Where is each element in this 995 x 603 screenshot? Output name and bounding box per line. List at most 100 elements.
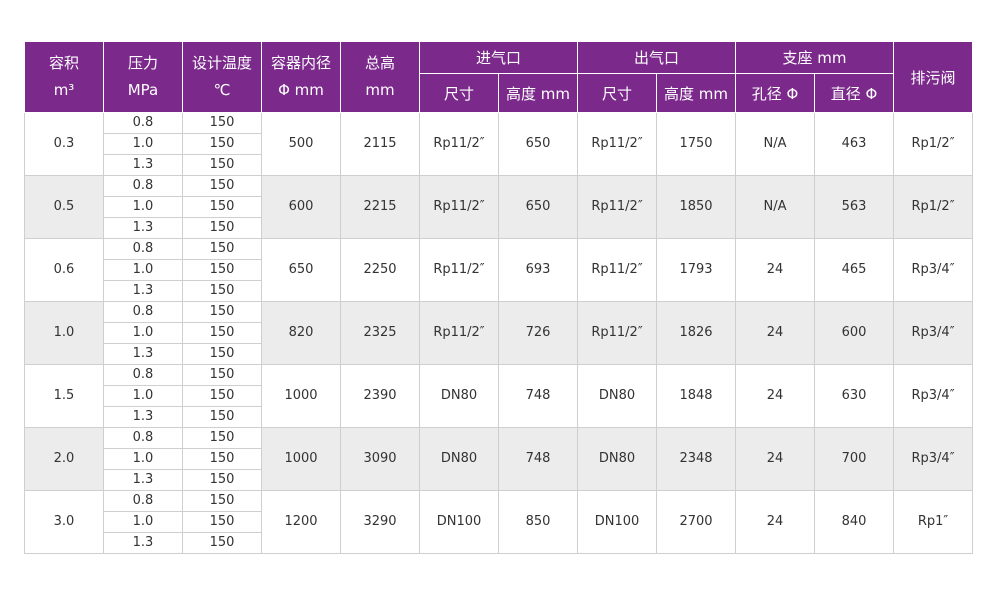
- header-inlet-height: 高度 mm: [497, 73, 579, 113]
- cell-inlet-size: Rp11/2″: [419, 238, 499, 302]
- cell-pressure: 1.3: [103, 217, 183, 239]
- cell-pressure: 1.3: [103, 469, 183, 491]
- header-design-temp: 设计温度 ℃: [182, 41, 262, 113]
- header-support-diameter: 直径 Φ: [814, 73, 895, 113]
- header-volume: 容积 m³: [24, 41, 104, 113]
- header-support-hole: 孔径 Φ: [735, 73, 816, 113]
- cell-temperature: 150: [182, 217, 262, 239]
- cell-inlet-height: 748: [497, 427, 579, 491]
- cell-inlet-size: Rp11/2″: [419, 301, 499, 365]
- cell-inlet-size: DN80: [419, 427, 499, 491]
- cell-inner-diameter: 1000: [261, 364, 341, 428]
- cell-support-diameter: 463: [814, 112, 895, 176]
- cell-pressure: 1.3: [103, 532, 183, 554]
- cell-temperature: 150: [182, 406, 262, 428]
- cell-inner-diameter: 600: [261, 175, 341, 239]
- cell-pressure: 1.3: [103, 406, 183, 428]
- table-row: 2.0 0.8 150 1000 3090 DN80 748 DN80 2348 24 700 Rp3…: [24, 427, 974, 491]
- header-inlet: 进气口: [418, 41, 579, 74]
- cell-outlet-height: 1848: [656, 364, 737, 428]
- cell-pressure: 1.0: [103, 448, 183, 470]
- header-temp-line2: ℃: [213, 81, 231, 99]
- cell-outlet-size: Rp11/2″: [577, 238, 658, 302]
- cell-pressure: 1.3: [103, 280, 183, 302]
- cell-outlet-size: Rp11/2″: [577, 301, 658, 365]
- cell-volume: 0.3: [24, 112, 104, 176]
- cell-pressure: 1.0: [103, 196, 183, 218]
- cell-outlet-height: 1826: [656, 301, 737, 365]
- cell-temperature: 150: [182, 364, 262, 386]
- cell-outlet-size: Rp11/2″: [577, 175, 658, 239]
- cell-outlet-height: 2348: [656, 427, 737, 491]
- cell-pressure: 0.8: [103, 490, 183, 512]
- cell-inlet-size: DN100: [419, 490, 499, 554]
- cell-support-hole: N/A: [735, 112, 816, 176]
- cell-temperature: 150: [182, 238, 262, 260]
- table-row: 0.6 0.8 150 650 2250 Rp11/2″ 693 Rp11/2″ 1793 24 4…: [24, 238, 974, 302]
- cell-support-hole: N/A: [735, 175, 816, 239]
- cell-volume: 2.0: [24, 427, 104, 491]
- header-inner-diameter: 容器内径 Φ mm: [261, 41, 341, 113]
- header-volume-line1: 容积: [48, 54, 79, 72]
- cell-drain-valve: Rp1/2″: [893, 175, 974, 239]
- cell-temperature: 150: [182, 322, 262, 344]
- cell-volume: 1.5: [24, 364, 104, 428]
- header-drain-valve: 排污阀: [893, 41, 974, 113]
- cell-inlet-height: 693: [497, 238, 579, 302]
- cell-pressure: 0.8: [103, 175, 183, 197]
- cell-support-diameter: 630: [814, 364, 895, 428]
- cell-support-hole: 24: [735, 301, 816, 365]
- cell-temperature: 150: [182, 511, 262, 533]
- cell-temperature: 150: [182, 469, 262, 491]
- cell-total-height: 2215: [340, 175, 420, 239]
- header-support: 支座 mm: [735, 41, 895, 74]
- header-pressure-line1: 压力: [127, 54, 158, 72]
- cell-outlet-height: 1750: [656, 112, 737, 176]
- cell-total-height: 3290: [340, 490, 420, 554]
- cell-inlet-size: Rp11/2″: [419, 175, 499, 239]
- cell-support-diameter: 563: [814, 175, 895, 239]
- cell-support-hole: 24: [735, 427, 816, 491]
- cell-pressure: 0.8: [103, 364, 183, 386]
- header-diameter-line2: Φ mm: [278, 81, 324, 99]
- cell-outlet-height: 1850: [656, 175, 737, 239]
- cell-drain-valve: Rp1″: [893, 490, 974, 554]
- cell-temperature: 150: [182, 448, 262, 470]
- cell-temperature: 150: [182, 280, 262, 302]
- cell-volume: 0.5: [24, 175, 104, 239]
- cell-drain-valve: Rp3/4″: [893, 301, 974, 365]
- cell-temperature: 150: [182, 196, 262, 218]
- cell-inlet-size: Rp11/2″: [419, 112, 499, 176]
- header-diameter-line1: 容器内径: [270, 54, 331, 72]
- cell-inner-diameter: 500: [261, 112, 341, 176]
- cell-volume: 3.0: [24, 490, 104, 554]
- cell-outlet-height: 1793: [656, 238, 737, 302]
- cell-temperature: 150: [182, 112, 262, 134]
- table-row: 1.0 0.8 150 820 2325 Rp11/2″ 726 Rp11/2″ 1826 24 6…: [24, 301, 974, 365]
- cell-temperature: 150: [182, 133, 262, 155]
- header-total-height: 总高 mm: [340, 41, 420, 113]
- cell-pressure: 0.8: [103, 427, 183, 449]
- table-row: 0.3 0.8 150 500 2115 Rp11/2″ 650 Rp11/2″ 1750 N/A…: [24, 112, 974, 176]
- header-volume-line2: m³: [53, 81, 75, 99]
- header-outlet-height: 高度 mm: [656, 73, 737, 113]
- cell-total-height: 2115: [340, 112, 420, 176]
- header-height-line1: 总高: [364, 54, 395, 72]
- cell-drain-valve: Rp3/4″: [893, 364, 974, 428]
- header-outlet-size: 尺寸: [577, 73, 658, 113]
- header-outlet: 出气口: [577, 41, 737, 74]
- cell-temperature: 150: [182, 532, 262, 554]
- cell-drain-valve: Rp3/4″: [893, 427, 974, 491]
- cell-pressure: 0.8: [103, 301, 183, 323]
- cell-volume: 1.0: [24, 301, 104, 365]
- cell-inlet-height: 650: [497, 175, 579, 239]
- cell-pressure: 0.8: [103, 112, 183, 134]
- header-pressure-line2: MPa: [127, 81, 159, 99]
- cell-inlet-size: DN80: [419, 364, 499, 428]
- cell-inner-diameter: 1000: [261, 427, 341, 491]
- cell-temperature: 150: [182, 154, 262, 176]
- cell-total-height: 2250: [340, 238, 420, 302]
- cell-support-hole: 24: [735, 238, 816, 302]
- cell-volume: 0.6: [24, 238, 104, 302]
- cell-outlet-size: DN80: [577, 427, 658, 491]
